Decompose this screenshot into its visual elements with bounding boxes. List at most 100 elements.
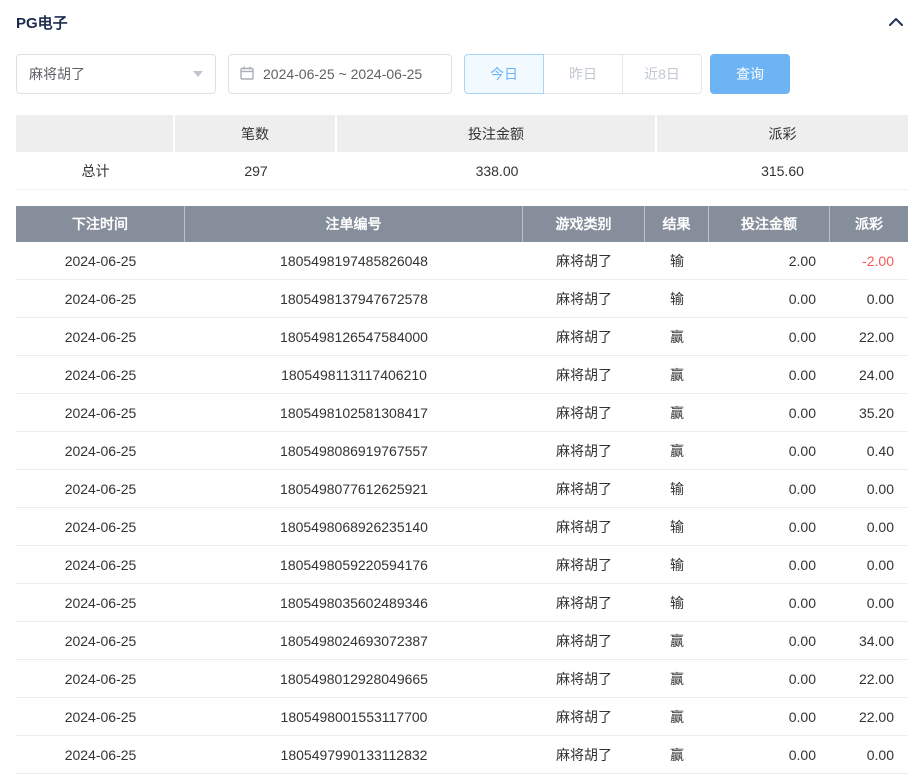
cell-result: 输 [645, 242, 709, 279]
cell-game-type: 麻将胡了 [523, 546, 645, 583]
cell-result: 赢 [645, 356, 709, 393]
cell-bet-amount: 0.00 [709, 280, 830, 317]
table-row: 2024-06-25 1805498126547584000 麻将胡了 赢 0.… [16, 318, 908, 356]
cell-result: 输 [645, 470, 709, 507]
cell-payout: 0.00 [830, 546, 908, 583]
cell-result: 输 [645, 280, 709, 317]
cell-payout: -2.00 [830, 242, 908, 279]
bet-table: 下注时间 注单编号 游戏类别 结果 投注金额 派彩 2024-06-25 180… [16, 206, 908, 774]
cell-payout: 24.00 [830, 356, 908, 393]
cell-game-type: 麻将胡了 [523, 470, 645, 507]
table-row: 2024-06-25 1805498102581308417 麻将胡了 赢 0.… [16, 394, 908, 432]
cell-result: 赢 [645, 394, 709, 431]
cell-payout: 0.00 [830, 280, 908, 317]
today-button[interactable]: 今日 [464, 54, 544, 94]
cell-bet-amount: 0.00 [709, 660, 830, 697]
yesterday-button[interactable]: 昨日 [543, 54, 623, 94]
cell-bet-id: 1805498001553117700 [185, 698, 523, 735]
cell-bet-time: 2024-06-25 [16, 622, 185, 659]
cell-bet-id: 1805498102581308417 [185, 394, 523, 431]
cell-game-type: 麻将胡了 [523, 356, 645, 393]
cell-bet-time: 2024-06-25 [16, 508, 185, 545]
cell-bet-time: 2024-06-25 [16, 356, 185, 393]
cell-bet-time: 2024-06-25 [16, 242, 185, 279]
cell-bet-id: 1805498012928049665 [185, 660, 523, 697]
cell-bet-amount: 0.00 [709, 698, 830, 735]
cell-result: 输 [645, 546, 709, 583]
table-row: 2024-06-25 1805498113117406210 麻将胡了 赢 0.… [16, 356, 908, 394]
cell-bet-id: 1805497990133112832 [185, 736, 523, 773]
summary-header-count: 笔数 [175, 115, 337, 152]
cell-game-type: 麻将胡了 [523, 280, 645, 317]
table-row: 2024-06-25 1805498197485826048 麻将胡了 输 2.… [16, 242, 908, 280]
pg-panel: PG电子 麻将胡了 2024-06-25 ~ 2024-06-25 [0, 0, 921, 774]
cell-payout: 22.00 [830, 698, 908, 735]
last8days-button[interactable]: 近8日 [622, 54, 702, 94]
summary-header-bet-amount: 投注金额 [337, 115, 657, 152]
cell-game-type: 麻将胡了 [523, 432, 645, 469]
cell-result: 赢 [645, 698, 709, 735]
cell-bet-amount: 0.00 [709, 622, 830, 659]
cell-bet-id: 1805498126547584000 [185, 318, 523, 355]
cell-payout: 0.00 [830, 584, 908, 621]
quick-range-group: 今日 昨日 近8日 [464, 54, 702, 94]
cell-game-type: 麻将胡了 [523, 242, 645, 279]
summary-header-row: 笔数 投注金额 派彩 [16, 115, 908, 152]
table-row: 2024-06-25 1805497990133112832 麻将胡了 赢 0.… [16, 736, 908, 774]
page-title: PG电子 [16, 12, 68, 33]
cell-bet-amount: 0.00 [709, 736, 830, 773]
table-row: 2024-06-25 1805498024693072387 麻将胡了 赢 0.… [16, 622, 908, 660]
cell-bet-amount: 0.00 [709, 546, 830, 583]
cell-payout: 0.40 [830, 432, 908, 469]
cell-bet-time: 2024-06-25 [16, 584, 185, 621]
table-row: 2024-06-25 1805498012928049665 麻将胡了 赢 0.… [16, 660, 908, 698]
cell-bet-time: 2024-06-25 [16, 660, 185, 697]
cell-game-type: 麻将胡了 [523, 736, 645, 773]
calendar-icon [239, 65, 255, 84]
bet-table-body: 2024-06-25 1805498197485826048 麻将胡了 输 2.… [16, 242, 908, 774]
cell-payout: 0.00 [830, 736, 908, 773]
cell-bet-time: 2024-06-25 [16, 280, 185, 317]
cell-game-type: 麻将胡了 [523, 508, 645, 545]
cell-bet-time: 2024-06-25 [16, 470, 185, 507]
cell-game-type: 麻将胡了 [523, 318, 645, 355]
cell-bet-amount: 0.00 [709, 318, 830, 355]
date-range-input[interactable]: 2024-06-25 ~ 2024-06-25 [228, 54, 452, 94]
cell-bet-amount: 2.00 [709, 242, 830, 279]
cell-payout: 34.00 [830, 622, 908, 659]
table-row: 2024-06-25 1805498077612625921 麻将胡了 输 0.… [16, 470, 908, 508]
cell-bet-amount: 0.00 [709, 432, 830, 469]
date-range-value: 2024-06-25 ~ 2024-06-25 [263, 66, 422, 82]
cell-game-type: 麻将胡了 [523, 622, 645, 659]
cell-game-type: 麻将胡了 [523, 584, 645, 621]
cell-game-type: 麻将胡了 [523, 660, 645, 697]
cell-bet-time: 2024-06-25 [16, 736, 185, 773]
cell-result: 赢 [645, 660, 709, 697]
cell-result: 输 [645, 508, 709, 545]
table-row: 2024-06-25 1805498086919767557 麻将胡了 赢 0.… [16, 432, 908, 470]
cell-bet-time: 2024-06-25 [16, 432, 185, 469]
column-bet-time: 下注时间 [16, 206, 185, 242]
collapse-button[interactable] [884, 15, 908, 29]
table-row: 2024-06-25 1805498137947672578 麻将胡了 输 0.… [16, 280, 908, 318]
cell-result: 赢 [645, 736, 709, 773]
table-row: 2024-06-25 1805498035602489346 麻将胡了 输 0.… [16, 584, 908, 622]
cell-bet-id: 1805498059220594176 [185, 546, 523, 583]
column-bet-amount: 投注金额 [709, 206, 830, 242]
cell-result: 输 [645, 584, 709, 621]
cell-bet-id: 1805498197485826048 [185, 242, 523, 279]
search-button[interactable]: 查询 [710, 54, 790, 94]
summary-table: 笔数 投注金额 派彩 总计 297 338.00 315.60 [16, 115, 908, 190]
summary-header-blank [16, 115, 175, 152]
column-result: 结果 [645, 206, 709, 242]
filter-bar: 麻将胡了 2024-06-25 ~ 2024-06-25 今日 昨日 近8日 查… [16, 54, 908, 94]
cell-game-type: 麻将胡了 [523, 394, 645, 431]
table-row: 2024-06-25 1805498059220594176 麻将胡了 输 0.… [16, 546, 908, 584]
cell-bet-time: 2024-06-25 [16, 394, 185, 431]
cell-payout: 0.00 [830, 508, 908, 545]
game-select-value: 麻将胡了 [29, 64, 85, 84]
game-select[interactable]: 麻将胡了 [16, 54, 216, 94]
column-bet-id: 注单编号 [185, 206, 523, 242]
cell-bet-id: 1805498024693072387 [185, 622, 523, 659]
bet-table-header: 下注时间 注单编号 游戏类别 结果 投注金额 派彩 [16, 206, 908, 242]
